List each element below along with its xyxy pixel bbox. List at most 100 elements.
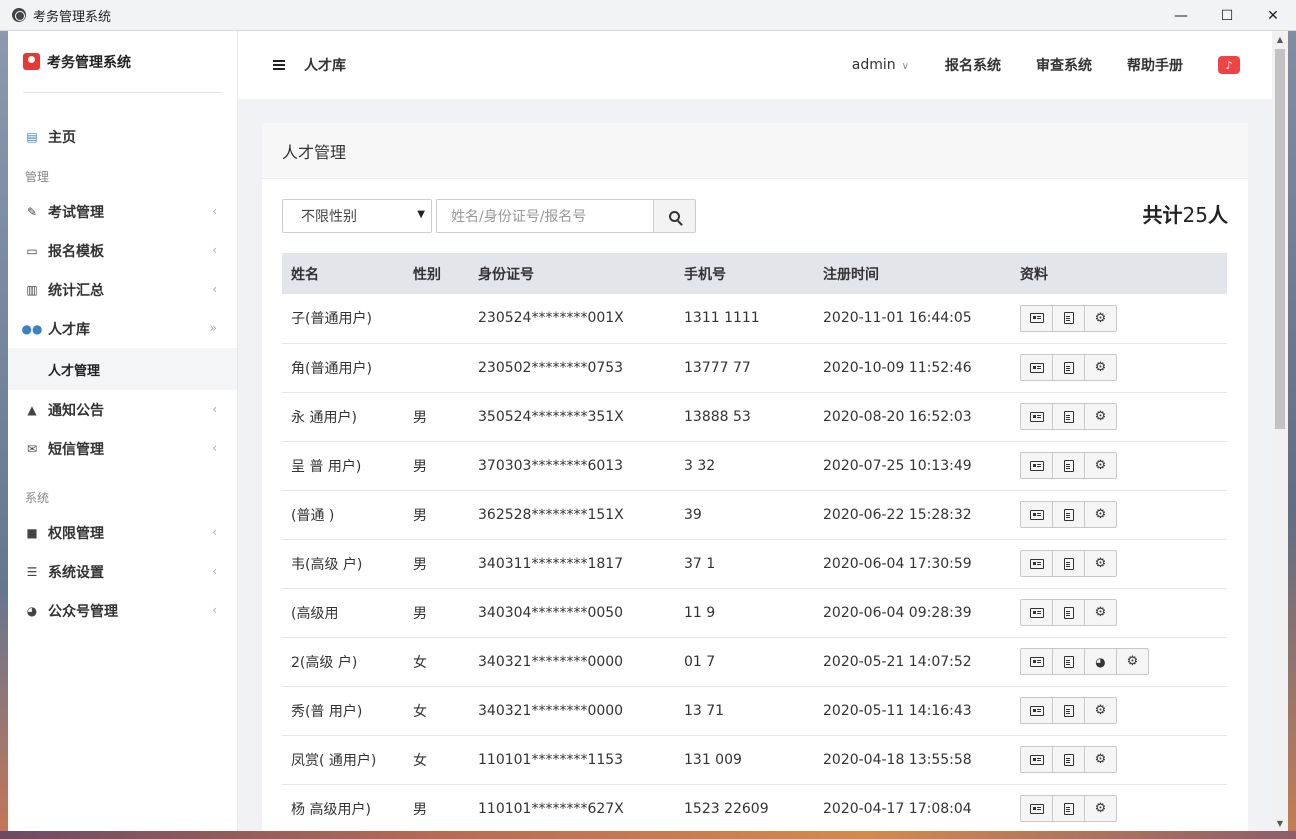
menu-toggle-icon[interactable]	[273, 60, 285, 70]
settings-button[interactable]: ⚙	[1084, 599, 1117, 626]
settings-button[interactable]: ⚙	[1084, 452, 1117, 479]
chevron-double-down-icon: »	[209, 321, 217, 335]
table-row: 永 通用户) 男 350524********351X 13888 53 2020-08…	[282, 392, 1227, 442]
document-button[interactable]	[1052, 795, 1085, 822]
caret-down-icon: ▼	[417, 209, 425, 220]
profile-card-button[interactable]	[1020, 501, 1053, 528]
settings-button[interactable]: ⚙	[1084, 304, 1117, 332]
chevron-left-icon: ‹	[212, 282, 217, 296]
users-icon: ●●	[21, 321, 43, 336]
sidebar-item-wechat[interactable]: ◕ 公众号管理 ‹	[8, 591, 237, 630]
profile-card-button[interactable]	[1020, 403, 1053, 430]
cell-sex: 女	[413, 686, 478, 736]
cell-name: 凤赏( 通用户)	[282, 735, 413, 785]
scroll-up-icon[interactable]: ▲	[1272, 31, 1288, 47]
sidebar-item-template[interactable]: ▭ 报名模板 ‹	[8, 231, 237, 270]
table-row: 杨 高级用户) 男 110101********627X 1523 22609 2020…	[282, 784, 1227, 831]
gears-icon: ⚙	[1094, 703, 1107, 718]
scroll-down-icon[interactable]: ▼	[1272, 815, 1288, 831]
cell-id: 110101********627X	[478, 784, 684, 831]
settings-button[interactable]: ⚙	[1084, 354, 1117, 381]
gender-select[interactable]: 不限性别 ▼	[282, 199, 432, 233]
profile-card-button[interactable]	[1020, 304, 1053, 332]
settings-button[interactable]: ⚙	[1084, 403, 1117, 430]
sidebar-subitem-talent-manage[interactable]: 人才管理	[8, 348, 237, 390]
close-button[interactable]: ✕	[1250, 0, 1296, 31]
document-button[interactable]	[1052, 403, 1085, 430]
link-registration-system[interactable]: 报名系统	[945, 55, 1001, 75]
search-input[interactable]: 姓名/身份证号/报名号	[436, 199, 654, 233]
document-button[interactable]	[1052, 452, 1085, 479]
table-row: 呈 普 用户) 男 370303********6013 3 32 2020-07-25…	[282, 441, 1227, 491]
row-actions: ⚙	[1020, 304, 1227, 332]
sidebar-item-stats[interactable]: ▥ 统计汇总 ‹	[8, 270, 237, 309]
cell-sex: 男	[413, 441, 478, 491]
globe-icon	[12, 8, 26, 22]
total-suffix: 人	[1208, 203, 1228, 227]
maximize-button[interactable]: ☐	[1204, 0, 1250, 31]
cell-time: 2020-11-01 16:44:05	[823, 294, 1020, 344]
link-help-manual[interactable]: 帮助手册	[1127, 55, 1183, 75]
sidebar-item-label: 统计汇总	[48, 282, 104, 299]
clipboard-icon: ▤	[26, 129, 38, 144]
document-button[interactable]	[1052, 599, 1085, 626]
profile-card-button[interactable]	[1020, 550, 1053, 577]
settings-button[interactable]: ⚙	[1116, 648, 1149, 675]
sidebar-section-system: 系统	[25, 491, 50, 505]
gears-icon: ⚙	[1094, 360, 1107, 375]
scrollbar-thumb[interactable]	[1275, 49, 1285, 429]
profile-card-button[interactable]	[1020, 795, 1053, 822]
gears-icon: ⚙	[1126, 654, 1139, 669]
document-button[interactable]	[1052, 697, 1085, 724]
profile-card-button[interactable]	[1020, 354, 1053, 381]
user-name: admin	[851, 57, 896, 73]
profile-card-button[interactable]	[1020, 648, 1053, 675]
settings-button[interactable]: ⚙	[1084, 697, 1117, 724]
link-review-system[interactable]: 审查系统	[1036, 55, 1092, 75]
gears-icon: ⚙	[1094, 458, 1107, 473]
wechat-button[interactable]: ◕	[1084, 648, 1117, 675]
id-card-icon: ▭	[26, 243, 38, 258]
table-row: 2(高级 户) 女 340321********0000 01 7 2020-05-21…	[282, 637, 1227, 687]
sidebar-item-permission[interactable]: ■ 权限管理 ‹	[8, 513, 237, 552]
sidebar-item-talent[interactable]: ●● 人才库 »	[8, 309, 237, 348]
cell-phone: 11 9	[684, 588, 823, 638]
document-button[interactable]	[1052, 648, 1085, 675]
page-scrollbar[interactable]: ▲ ▼	[1272, 31, 1288, 831]
cell-id: 370303********6013	[478, 441, 684, 491]
search-button[interactable]	[653, 199, 696, 233]
user-menu[interactable]: admin ∨	[852, 57, 909, 73]
profile-card-button[interactable]	[1020, 452, 1053, 479]
document-button[interactable]	[1052, 746, 1085, 773]
cell-id: 340304********0050	[478, 588, 684, 638]
document-button[interactable]	[1052, 354, 1085, 381]
document-button[interactable]	[1052, 304, 1085, 332]
cell-phone: 1311 1111	[684, 294, 823, 344]
settings-button[interactable]: ⚙	[1084, 795, 1117, 822]
profile-card-button[interactable]	[1020, 746, 1053, 773]
cell-phone: 01 7	[684, 637, 823, 687]
profile-card-button[interactable]	[1020, 599, 1053, 626]
filter-toolbar: 不限性别 ▼ 姓名/身份证号/报名号 共计25人	[262, 179, 1248, 253]
document-button[interactable]	[1052, 501, 1085, 528]
sidebar-item-exam[interactable]: ✎ 考试管理 ‹	[8, 192, 237, 231]
document-icon	[1063, 704, 1074, 717]
col-name: 姓名	[282, 253, 413, 294]
cell-name: 永 通用户)	[282, 392, 413, 442]
profile-card-button[interactable]	[1020, 697, 1053, 724]
sidebar-item-settings[interactable]: ☰ 系统设置 ‹	[8, 552, 237, 591]
row-actions: ⚙	[1020, 746, 1227, 773]
sidebar-item-home[interactable]: ▤ 主页	[8, 117, 237, 156]
sidebar-item-notice[interactable]: ▲ 通知公告 ‹	[8, 390, 237, 429]
settings-button[interactable]: ⚙	[1084, 550, 1117, 577]
settings-button[interactable]: ⚙	[1084, 501, 1117, 528]
brand[interactable]: 考务管理系统	[23, 31, 222, 93]
settings-button[interactable]: ⚙	[1084, 746, 1117, 773]
document-button[interactable]	[1052, 550, 1085, 577]
minimize-button[interactable]: —	[1158, 0, 1204, 31]
sidebar-item-sms[interactable]: ✉ 短信管理 ‹	[8, 429, 237, 468]
notification-bell-icon[interactable]: ♪	[1218, 56, 1240, 74]
document-icon	[1063, 459, 1074, 472]
cell-id: 230524********001X	[478, 294, 684, 344]
sidebar-item-label: 报名模板	[48, 243, 104, 260]
